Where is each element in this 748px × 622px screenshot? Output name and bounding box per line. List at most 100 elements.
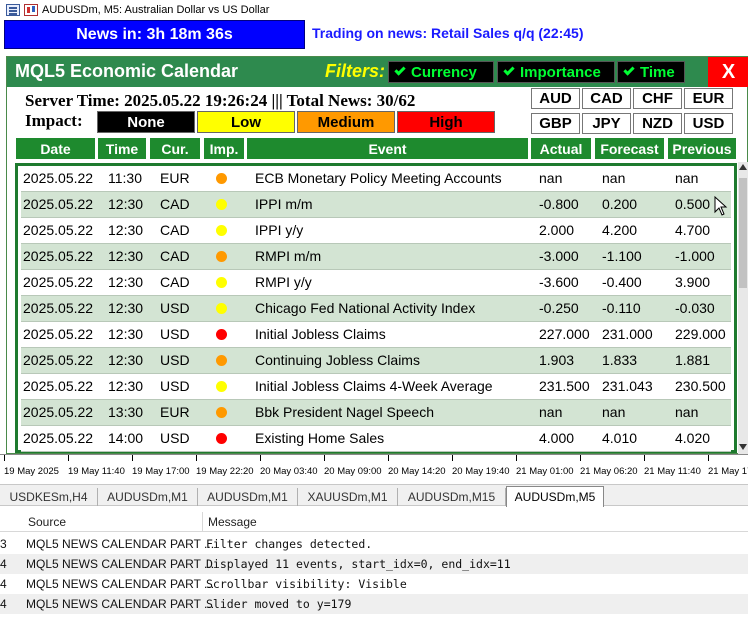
impact-high-button[interactable]: High — [397, 111, 495, 133]
cell-event: Chicago Fed National Activity Index — [255, 300, 476, 316]
cell-forecast: -1.100 — [602, 248, 642, 264]
table-row[interactable]: 2025.05.22 14:00 USD Existing Home Sales 4.0… — [21, 426, 731, 452]
cell-actual: -0.800 — [539, 196, 579, 212]
cell-forecast: nan — [602, 404, 626, 420]
table-row[interactable]: 2025.05.22 12:30 CAD IPPI y/y 2.000 4.200 4.70… — [21, 218, 731, 244]
table-row[interactable]: 2025.05.22 11:30 EUR ECB Monetary Policy Me… — [21, 166, 731, 192]
log-message-header[interactable]: Message — [208, 515, 257, 529]
column-header-event: Event — [246, 137, 529, 160]
axis-tick-label: 21 May 06:20 — [580, 466, 638, 477]
impact-dot-icon — [216, 303, 227, 314]
table-row[interactable]: 2025.05.22 12:30 CAD IPPI m/m -0.800 0.200 0.5… — [21, 192, 731, 218]
table-row[interactable]: 2025.05.22 12:30 USD Continuing Jobless Cla… — [21, 348, 731, 374]
cell-date: 2025.05.22 — [23, 326, 94, 342]
cell-event: IPPI m/m — [255, 196, 313, 212]
cell-time: 12:30 — [108, 274, 144, 290]
cell-date: 2025.05.22 — [23, 430, 94, 446]
cell-event: Bbk President Nagel Speech — [255, 404, 434, 420]
close-button[interactable]: X — [708, 57, 748, 87]
impact-none-button[interactable]: None — [97, 111, 195, 133]
chart-tab[interactable]: XAUUSDm,M1 — [298, 488, 398, 506]
log-row[interactable]: 4 MQL5 NEWS CALENDAR PART ... Slider moved… — [0, 594, 748, 614]
table-row[interactable]: 2025.05.22 12:30 USD Chicago Fed National A… — [21, 296, 731, 322]
cell-time: 12:30 — [108, 222, 144, 238]
filter-time-label: Time — [640, 63, 675, 81]
log-message: Slider moved to y=179 — [206, 597, 352, 611]
log-row[interactable]: 3 MQL5 NEWS CALENDAR PART ... Filter chang… — [0, 534, 748, 554]
currency-nzd-button[interactable]: NZD — [633, 113, 682, 134]
currency-gbp-button[interactable]: GBP — [531, 113, 580, 134]
checkmark-icon — [623, 64, 635, 76]
cell-time: 12:30 — [108, 300, 144, 316]
log-row[interactable]: 4 MQL5 NEWS CALENDAR PART ... Scrollbar vi… — [0, 574, 748, 594]
cell-cur: USD — [160, 352, 190, 368]
scroll-up-icon[interactable] — [739, 164, 747, 170]
axis-tick-label: 20 May 19:40 — [452, 466, 510, 477]
column-header-date: Date — [15, 137, 96, 160]
checkmark-icon — [394, 64, 406, 76]
cell-cur: USD — [160, 430, 190, 446]
log-row-index: 4 — [0, 597, 7, 611]
chart-tab[interactable]: AUDUSDm,M5 — [506, 486, 604, 507]
currency-aud-button[interactable]: AUD — [531, 88, 580, 109]
cell-date: 2025.05.22 — [23, 300, 94, 316]
cell-cur: CAD — [160, 222, 190, 238]
events-scrollbar[interactable] — [738, 162, 748, 454]
cell-previous: 1.881 — [675, 352, 711, 368]
filters-label: Filters: — [325, 61, 386, 81]
cell-cur: EUR — [160, 170, 190, 186]
axis-tick-label: 20 May 09:00 — [324, 466, 382, 477]
cell-forecast: 1.833 — [602, 352, 638, 368]
mouse-cursor-icon — [714, 196, 728, 216]
impact-low-button[interactable]: Low — [197, 111, 295, 133]
cell-previous: 0.500 — [675, 196, 711, 212]
cell-previous: 4.700 — [675, 222, 711, 238]
cell-actual: 4.000 — [539, 430, 575, 446]
cell-event: Existing Home Sales — [255, 430, 385, 446]
column-header-imp: Imp. — [203, 137, 245, 160]
chart-tab[interactable]: AUDUSDm,M1 — [98, 488, 198, 506]
filter-currency-toggle[interactable]: Currency — [388, 61, 494, 83]
impact-dot-icon — [216, 199, 227, 210]
impact-dot-icon — [216, 277, 227, 288]
scrollbar-thumb[interactable] — [739, 178, 747, 288]
filter-importance-toggle[interactable]: Importance — [497, 61, 615, 83]
server-time: Server Time: 2025.05.22 19:26:24 ||| Tot… — [25, 91, 416, 110]
window-titlebar: AUDUSDm, M5: Australian Dollar vs US Dol… — [0, 0, 748, 20]
scroll-down-icon[interactable] — [739, 444, 747, 450]
table-row[interactable]: 2025.05.22 12:30 CAD RMPI y/y -3.600 -0.400 3.… — [21, 270, 731, 296]
cell-event: RMPI y/y — [255, 274, 312, 290]
currency-jpy-button[interactable]: JPY — [582, 113, 631, 134]
impact-dot-icon — [216, 251, 227, 262]
filter-time-toggle[interactable]: Time — [617, 61, 685, 83]
currency-usd-button[interactable]: USD — [684, 113, 733, 134]
cell-forecast: 4.010 — [602, 430, 638, 446]
events-table: 2025.05.22 11:30 EUR ECB Monetary Policy Me… — [15, 163, 737, 453]
table-row[interactable]: 2025.05.22 12:30 USD Initial Jobless Claims… — [21, 374, 731, 400]
cell-event: RMPI m/m — [255, 248, 322, 264]
table-row[interactable]: 2025.05.22 12:30 USD Initial Jobless Claims… — [21, 322, 731, 348]
cell-actual: -0.250 — [539, 300, 579, 316]
time-axis: 19 May 2025 19 May 11:40 19 May 17:00 19 Ma… — [0, 454, 748, 484]
currency-cad-button[interactable]: CAD — [582, 88, 631, 109]
log-source-header[interactable]: Source — [28, 515, 66, 529]
cell-cur: CAD — [160, 248, 190, 264]
trading-on-news: Trading on news: Retail Sales q/q (22:45… — [312, 25, 584, 41]
candlestick-icon — [24, 4, 38, 16]
currency-chf-button[interactable]: CHF — [633, 88, 682, 109]
log-row[interactable]: 4 MQL5 NEWS CALENDAR PART ... Displayed 11… — [0, 554, 748, 574]
table-row[interactable]: 2025.05.22 12:30 CAD RMPI m/m -3.000 -1.100 -1… — [21, 244, 731, 270]
column-header-time: Time — [97, 137, 147, 160]
chart-tab[interactable]: AUDUSDm,M15 — [398, 488, 506, 506]
axis-tick-label: 19 May 17:00 — [132, 466, 190, 477]
axis-tick-label: 19 May 2025 — [4, 466, 59, 477]
table-row[interactable]: 2025.05.22 13:30 EUR Bbk President Nagel Sp… — [21, 400, 731, 426]
cell-actual: 1.903 — [539, 352, 575, 368]
cell-actual: nan — [539, 170, 563, 186]
impact-medium-button[interactable]: Medium — [297, 111, 395, 133]
chart-tab[interactable]: AUDUSDm,M1 — [198, 488, 298, 506]
cell-forecast: -0.110 — [602, 300, 641, 316]
log-source: MQL5 NEWS CALENDAR PART ... — [26, 537, 215, 551]
currency-eur-button[interactable]: EUR — [684, 88, 733, 109]
chart-tab[interactable]: USDKESm,H4 — [0, 488, 98, 506]
